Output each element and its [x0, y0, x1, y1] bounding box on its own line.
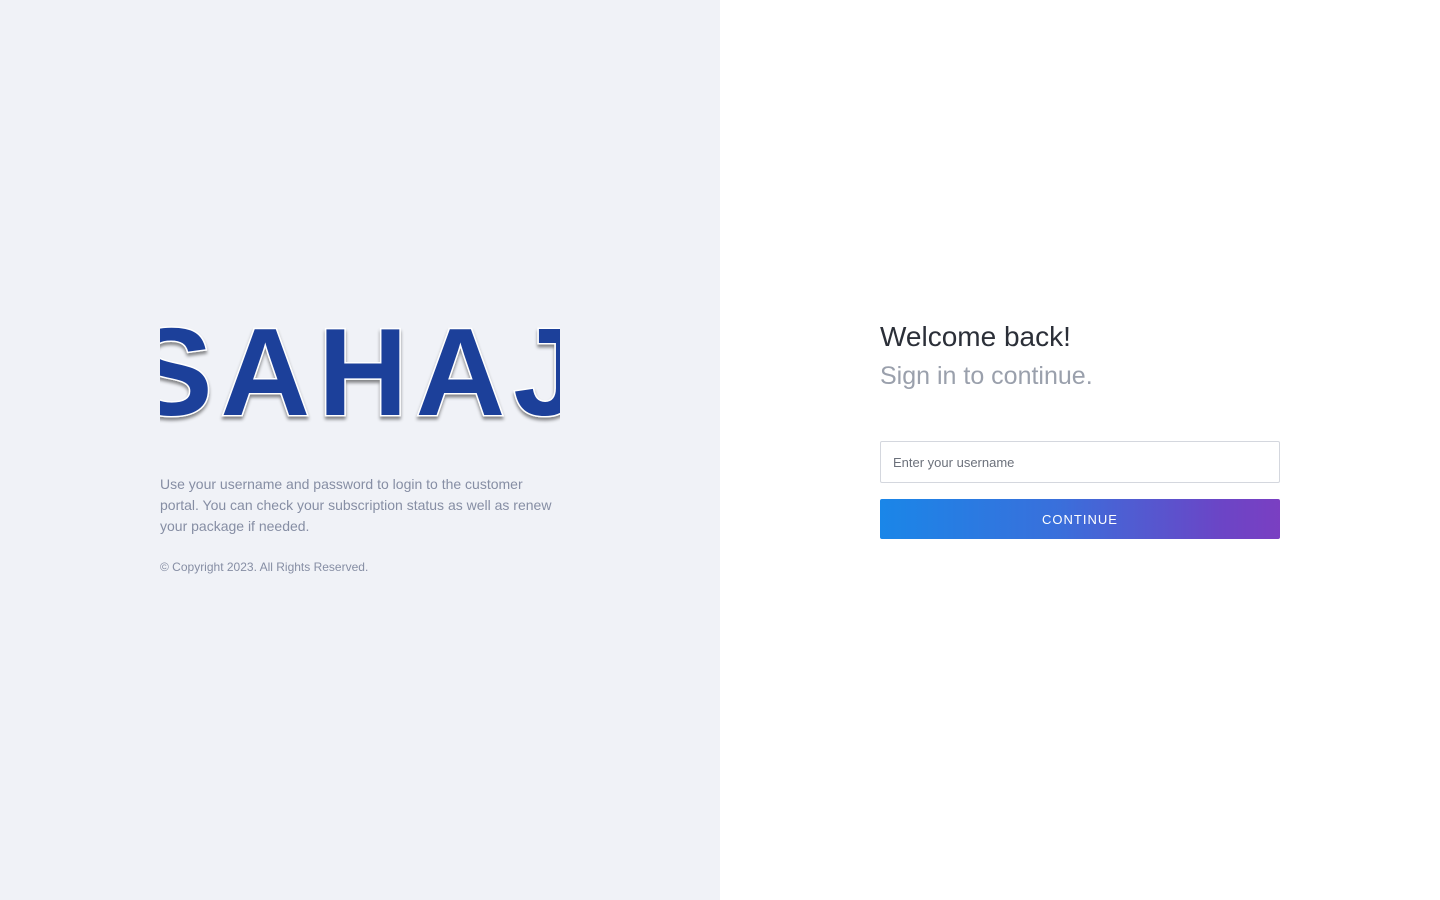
welcome-subtitle: Sign in to continue. — [880, 362, 1093, 390]
brand-panel: SAHAJ Use your username and password to … — [0, 0, 720, 900]
username-input[interactable] — [880, 441, 1280, 483]
logo-text: SAHAJ — [160, 305, 560, 435]
login-form: Welcome back! Sign in to continue. CONTI… — [880, 318, 1280, 539]
login-panel: Welcome back! Sign in to continue. CONTI… — [720, 0, 1440, 900]
portal-description: Use your username and password to login … — [160, 476, 552, 534]
continue-button[interactable]: CONTINUE — [880, 499, 1280, 539]
welcome-title: Welcome back! — [880, 321, 1071, 352]
copyright-text: © Copyright 2023. All Rights Reserved. — [160, 560, 369, 574]
login-page: SAHAJ Use your username and password to … — [0, 0, 1440, 900]
brand-logo: SAHAJ — [160, 305, 560, 435]
sahaj-logo: SAHAJ — [160, 305, 560, 435]
